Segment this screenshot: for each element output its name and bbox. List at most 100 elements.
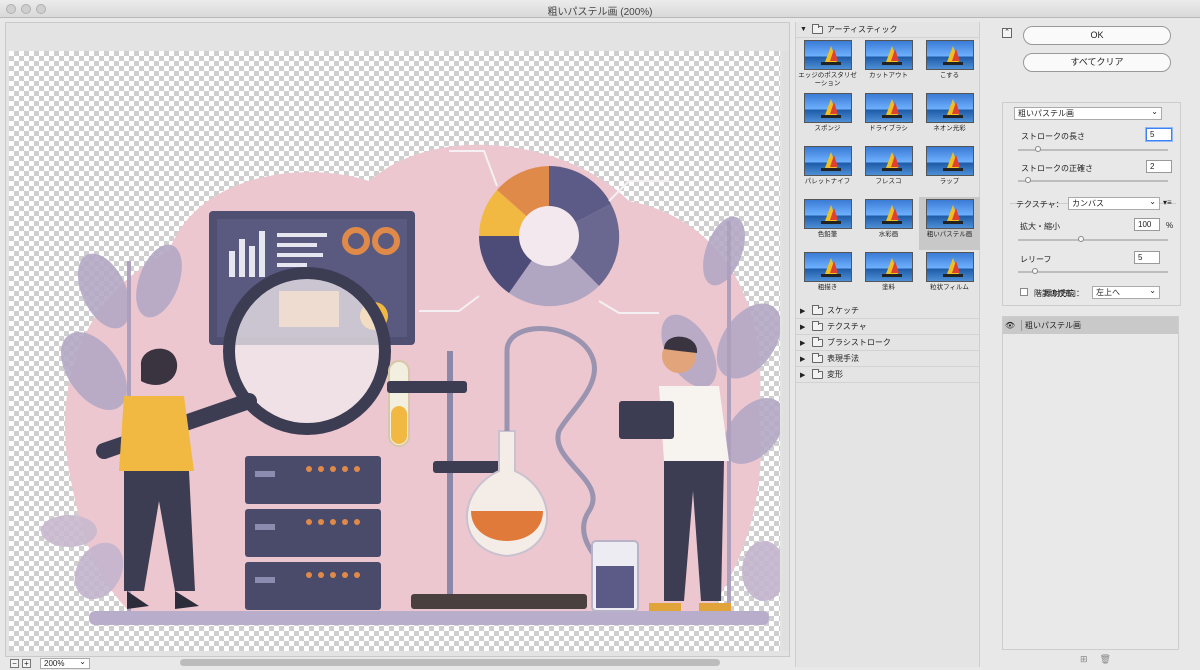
filter-options-panel: 粗いパステル画 ⌄ ストロークの長さ 5 ストロークの正確さ 2 テクスチャ： カ… [1002, 102, 1181, 306]
clear-all-button[interactable]: すべてクリア [1023, 53, 1171, 72]
filter-thumbnail[interactable]: 粗いパステル画 [919, 197, 980, 250]
folder-icon [812, 368, 823, 379]
sailboat-thumbnail-icon [803, 40, 852, 70]
scaling-unit: % [1166, 221, 1174, 230]
filter-thumbnail[interactable]: カットアウト [858, 38, 919, 91]
filter-group[interactable]: ▶ 変形 [796, 367, 979, 383]
closed-groups: ▶ スケッチ ▶ テクスチャ ▶ ブラシストローク ▶ 表現手法 ▶ 変形 [796, 303, 979, 383]
slider-knob[interactable] [1078, 236, 1084, 242]
triangle-right-icon[interactable]: ▶ [800, 323, 808, 331]
triangle-down-icon[interactable]: ▼ [800, 26, 808, 33]
title-bar: 粗いパステル画 (200%) [0, 0, 1200, 18]
thumbnail-grid: エッジのポスタリゼーション カットアウト こするスポンジ ドライブラシ ネオン光彩パレッ… [796, 38, 980, 303]
folder-icon [812, 304, 823, 315]
texture-label: テクスチャ： [1016, 200, 1064, 209]
window-title: 粗いパステル画 (200%) [547, 7, 653, 18]
effect-layers-panel: 👁 粗いパステル画 [1002, 316, 1179, 650]
filter-group[interactable]: ▶ 表現手法 [796, 351, 979, 367]
sailboat-thumbnail-icon [803, 146, 852, 176]
layer-tools: ⊞ 🗑 [1080, 654, 1111, 665]
folder-icon [812, 23, 823, 34]
stroke-detail-label: ストロークの正確さ [1021, 164, 1093, 173]
zoom-select[interactable]: 200% [40, 657, 90, 669]
sailboat-thumbnail-icon [925, 199, 974, 229]
slider-knob[interactable] [1035, 146, 1041, 152]
filter-thumbnail-label: カットアウト [869, 72, 908, 79]
filter-thumbnail[interactable]: エッジのポスタリゼーション [797, 38, 858, 91]
sailboat-thumbnail-icon [864, 252, 913, 282]
lab-illustration [41, 144, 780, 625]
filter-thumbnail[interactable]: 粗描き [797, 250, 858, 303]
filter-thumbnail[interactable]: パレットナイフ [797, 144, 858, 197]
trash-icon[interactable]: 🗑 [1100, 654, 1111, 665]
sailboat-thumbnail-icon [864, 93, 913, 123]
group-label: ブラシストローク [827, 338, 891, 347]
collapse-gallery-icon[interactable]: ⌃ [1002, 28, 1012, 38]
relief-slider[interactable] [1018, 268, 1168, 274]
filter-gallery-window: 粗いパステル画 (200%) − + 200% ⌄ ▼ アーティスティック エッ… [0, 0, 1200, 670]
scaling-label: 拡大・縮小 [1020, 222, 1060, 231]
filter-thumbnail[interactable]: 粒状フィルム [919, 250, 980, 303]
stroke-detail-slider[interactable] [1018, 177, 1168, 183]
filter-thumbnail-label: パレットナイフ [804, 178, 851, 185]
stroke-length-input[interactable]: 5 [1146, 128, 1172, 141]
new-effect-layer-icon[interactable]: ⊞ [1080, 654, 1088, 665]
slider-knob[interactable] [1025, 177, 1031, 183]
filter-thumbnail[interactable]: 色鉛筆 [797, 197, 858, 250]
filter-thumbnail-label: 色鉛筆 [817, 231, 838, 238]
relief-input[interactable]: 5 [1134, 251, 1160, 264]
invert-checkbox[interactable] [1020, 288, 1028, 296]
stroke-detail-input[interactable]: 2 [1146, 160, 1172, 173]
scaling-input[interactable]: 100 [1134, 218, 1160, 231]
sailboat-thumbnail-icon [803, 252, 852, 282]
filter-thumbnail-label: ネオン光彩 [933, 125, 966, 132]
scaling-slider[interactable] [1018, 236, 1168, 242]
filter-thumbnail-label: 水彩画 [878, 231, 899, 238]
ok-button[interactable]: OK [1023, 26, 1171, 45]
filter-thumbnail[interactable]: 水彩画 [858, 197, 919, 250]
filter-select[interactable]: 粗いパステル画 ⌄ [1014, 107, 1162, 120]
filter-group[interactable]: ▶ テクスチャ [796, 319, 979, 335]
preview-vertical-scrollbar[interactable] [782, 51, 789, 651]
filter-thumbnail-label: ドライブラシ [869, 125, 908, 132]
zoom-controls: − + 200% [10, 657, 90, 669]
stroke-length-slider[interactable] [1018, 146, 1168, 152]
filter-thumbnail[interactable]: ネオン光彩 [919, 91, 980, 144]
zoom-in-button[interactable]: + [22, 658, 31, 668]
chevron-down-icon: ⌄ [1149, 286, 1156, 295]
eye-icon[interactable]: 👁 [1003, 321, 1017, 330]
stroke-length-label: ストロークの長さ [1021, 132, 1085, 141]
relief-label: レリーフ [1020, 255, 1052, 264]
filter-thumbnail[interactable]: ラップ [919, 144, 980, 197]
filter-thumbnail-label: スポンジ [814, 125, 841, 132]
effect-layer-name: 粗いパステル画 [1021, 320, 1081, 331]
preview-canvas[interactable] [9, 51, 780, 651]
group-label: 変形 [827, 370, 843, 379]
settings-panel: ⌃ OK すべてクリア 粗いパステル画 ⌄ ストロークの長さ 5 ストロークの正確… [983, 22, 1200, 667]
texture-menu-icon[interactable]: ▾≡ [1163, 198, 1172, 207]
group-label: アーティスティック [827, 25, 898, 34]
filter-thumbnail[interactable]: ドライブラシ [858, 91, 919, 144]
filter-thumbnail[interactable]: こする [919, 38, 980, 91]
light-direction-select[interactable]: 左上へ ⌄ [1092, 286, 1160, 299]
filter-group[interactable]: ▶ スケッチ [796, 303, 979, 319]
chevron-down-icon: ⌄ [1151, 107, 1158, 116]
triangle-right-icon[interactable]: ▶ [800, 371, 808, 379]
folder-icon [812, 352, 823, 363]
filter-thumbnail[interactable]: フレスコ [858, 144, 919, 197]
triangle-right-icon[interactable]: ▶ [800, 339, 808, 347]
slider-knob[interactable] [1032, 268, 1038, 274]
group-artistic[interactable]: ▼ アーティスティック [796, 22, 979, 38]
sailboat-thumbnail-icon [864, 40, 913, 70]
preview-horizontal-scrollbar[interactable] [180, 659, 720, 666]
filter-group[interactable]: ▶ ブラシストローク [796, 335, 979, 351]
triangle-right-icon[interactable]: ▶ [800, 355, 808, 363]
effect-layer-row[interactable]: 👁 粗いパステル画 [1003, 317, 1178, 334]
triangle-right-icon[interactable]: ▶ [800, 307, 808, 315]
filter-gallery-list: ▼ アーティスティック エッジのポスタリゼーション カットアウト こするスポンジ ドラ… [795, 22, 980, 667]
filter-thumbnail[interactable]: スポンジ [797, 91, 858, 144]
filter-thumbnail[interactable]: 塗料 [858, 250, 919, 303]
zoom-out-button[interactable]: − [10, 658, 19, 668]
texture-select[interactable]: カンバス ⌄ [1068, 197, 1160, 210]
filter-thumbnail-label: フレスコ [875, 178, 902, 185]
